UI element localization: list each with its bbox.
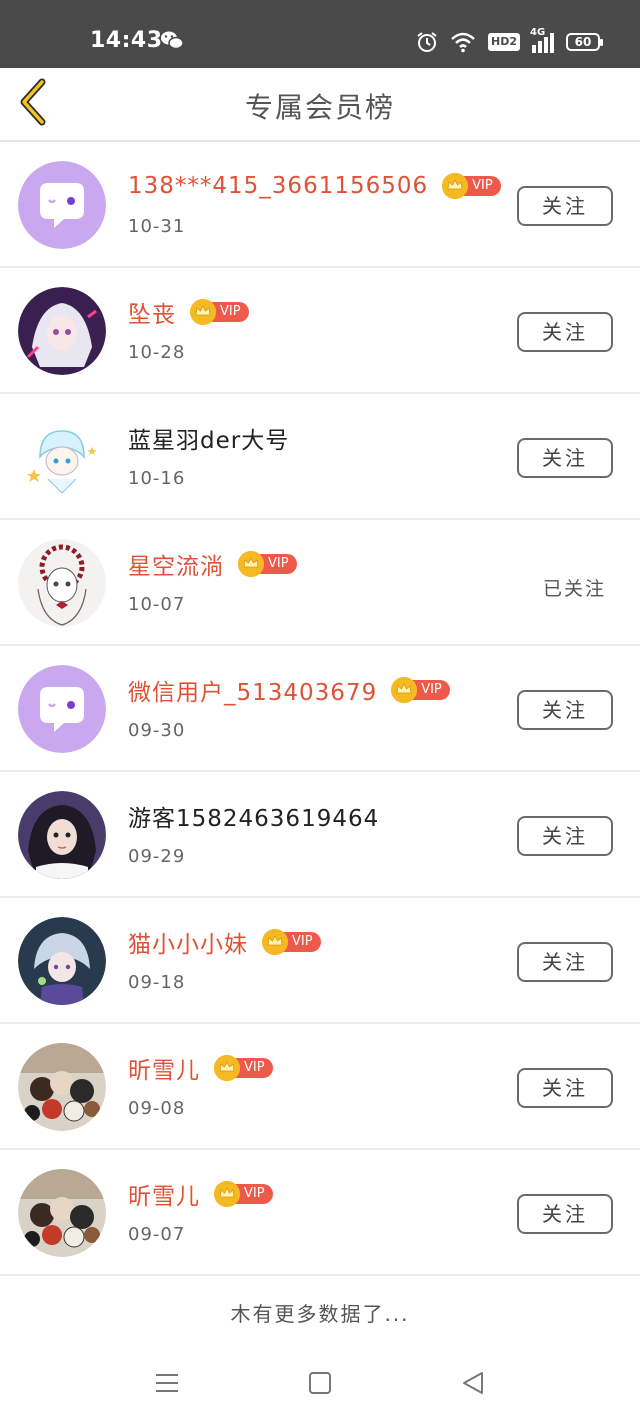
avatar[interactable] [18,1043,106,1131]
name-line: 138***415_3661156506 VIP [128,168,501,204]
status-bar: 14:43 HD2 4G 60 [0,0,640,68]
signal-icon: 4G [530,27,554,53]
member-list: 138***415_3661156506 VIP 10-31 关注 坠丧 VIP 10-28… [0,142,640,1276]
crown-icon [391,677,418,703]
wechat-icon [161,31,184,50]
name-line: 昕雪儿 VIP [128,1176,273,1212]
user-name: 昕雪儿 [128,1058,200,1084]
alarm-icon [417,32,437,52]
vip-badge: VIP [238,551,297,577]
member-row[interactable]: 昕雪儿 VIP 09-08 关注 [0,1024,640,1150]
battery-icon: 60 [566,33,603,51]
member-row[interactable]: 138***415_3661156506 VIP 10-31 关注 [0,142,640,268]
member-row[interactable]: 猫小小小妹 VIP 09-18 关注 [0,898,640,1024]
member-row[interactable]: 星空流淌 VIP 10-07 已关注 [0,520,640,646]
avatar[interactable] [18,287,106,375]
member-date: 10-07 [128,594,186,615]
navigation-bar [0,1346,640,1422]
vip-badge: VIP [214,1055,273,1081]
crown-icon [442,173,469,199]
network-type: 4G [530,27,546,38]
wifi-icon [451,32,475,53]
avatar[interactable] [18,413,106,501]
vip-badge: VIP [442,173,501,199]
user-name: 昕雪儿 [128,1184,200,1210]
status-time: 14:43 [90,28,163,53]
member-row[interactable]: 坠丧 VIP 10-28 关注 [0,268,640,394]
member-date: 10-31 [128,216,186,237]
crown-icon [190,299,216,325]
avatar[interactable] [18,917,106,1005]
avatar[interactable] [18,539,106,627]
follow-button[interactable]: 关注 [517,1068,613,1108]
follow-button[interactable]: 关注 [517,1194,613,1234]
member-row[interactable]: 微信用户_513403679 VIP 09-30 关注 [0,646,640,772]
member-date: 09-18 [128,972,186,993]
follow-button[interactable]: 关注 [517,690,613,730]
avatar[interactable] [18,665,106,753]
user-name: 猫小小小妹 [128,932,248,958]
follow-button[interactable]: 关注 [517,186,613,226]
nav-back-icon[interactable] [460,1370,486,1396]
no-more-data-text: 木有更多数据了... [230,1302,410,1326]
follow-button[interactable]: 关注 [517,942,613,982]
user-name: 138***415_3661156506 [128,173,429,199]
name-line: 坠丧 VIP [128,294,249,330]
hd-icon: HD2 [488,33,520,51]
name-line: 星空流淌 VIP [128,546,297,582]
user-name: 星空流淌 [128,554,224,580]
member-date: 09-07 [128,1224,186,1245]
battery-level: 60 [574,35,592,49]
vip-badge: VIP [262,929,321,955]
vip-badge: VIP [190,299,249,325]
name-line: 蓝星羽der大号 [128,420,289,456]
avatar[interactable] [18,1169,106,1257]
crown-icon [214,1181,240,1207]
followed-label[interactable]: 已关注 [543,574,606,601]
crown-icon [238,551,264,577]
menu-icon[interactable] [155,1372,179,1394]
follow-button[interactable]: 关注 [517,312,613,352]
member-row[interactable]: 昕雪儿 VIP 09-07 关注 [0,1150,640,1276]
crown-icon [262,929,288,955]
member-date: 09-30 [128,720,186,741]
member-row[interactable]: 蓝星羽der大号 10-16 关注 [0,394,640,520]
page-title: 专属会员榜 [244,91,395,124]
follow-button[interactable]: 关注 [517,438,613,478]
vip-badge: VIP [391,677,450,703]
vip-badge: VIP [214,1181,273,1207]
avatar[interactable] [18,161,106,249]
name-line: 微信用户_513403679 VIP [128,672,450,708]
follow-button[interactable]: 关注 [517,816,613,856]
crown-icon [214,1055,240,1081]
user-name: 蓝星羽der大号 [128,428,290,454]
name-line: 昕雪儿 VIP [128,1050,273,1086]
header: 专属会员榜 [0,68,640,142]
status-icons: HD2 4G 60 [416,27,603,54]
member-date: 10-28 [128,342,186,363]
avatar[interactable] [18,791,106,879]
user-name: 坠丧 [128,302,176,328]
home-button[interactable] [309,1372,331,1394]
member-date: 09-08 [128,1098,186,1119]
name-line: 猫小小小妹 VIP [128,924,321,960]
member-date: 09-29 [128,846,186,867]
member-date: 10-16 [128,468,186,489]
user-name: 微信用户_513403679 [128,680,378,706]
user-name: 游客15824636194​64 [128,806,380,832]
name-line: 游客15824636194​64 [128,798,379,834]
member-row[interactable]: 游客15824636194​64 09-29 关注 [0,772,640,898]
